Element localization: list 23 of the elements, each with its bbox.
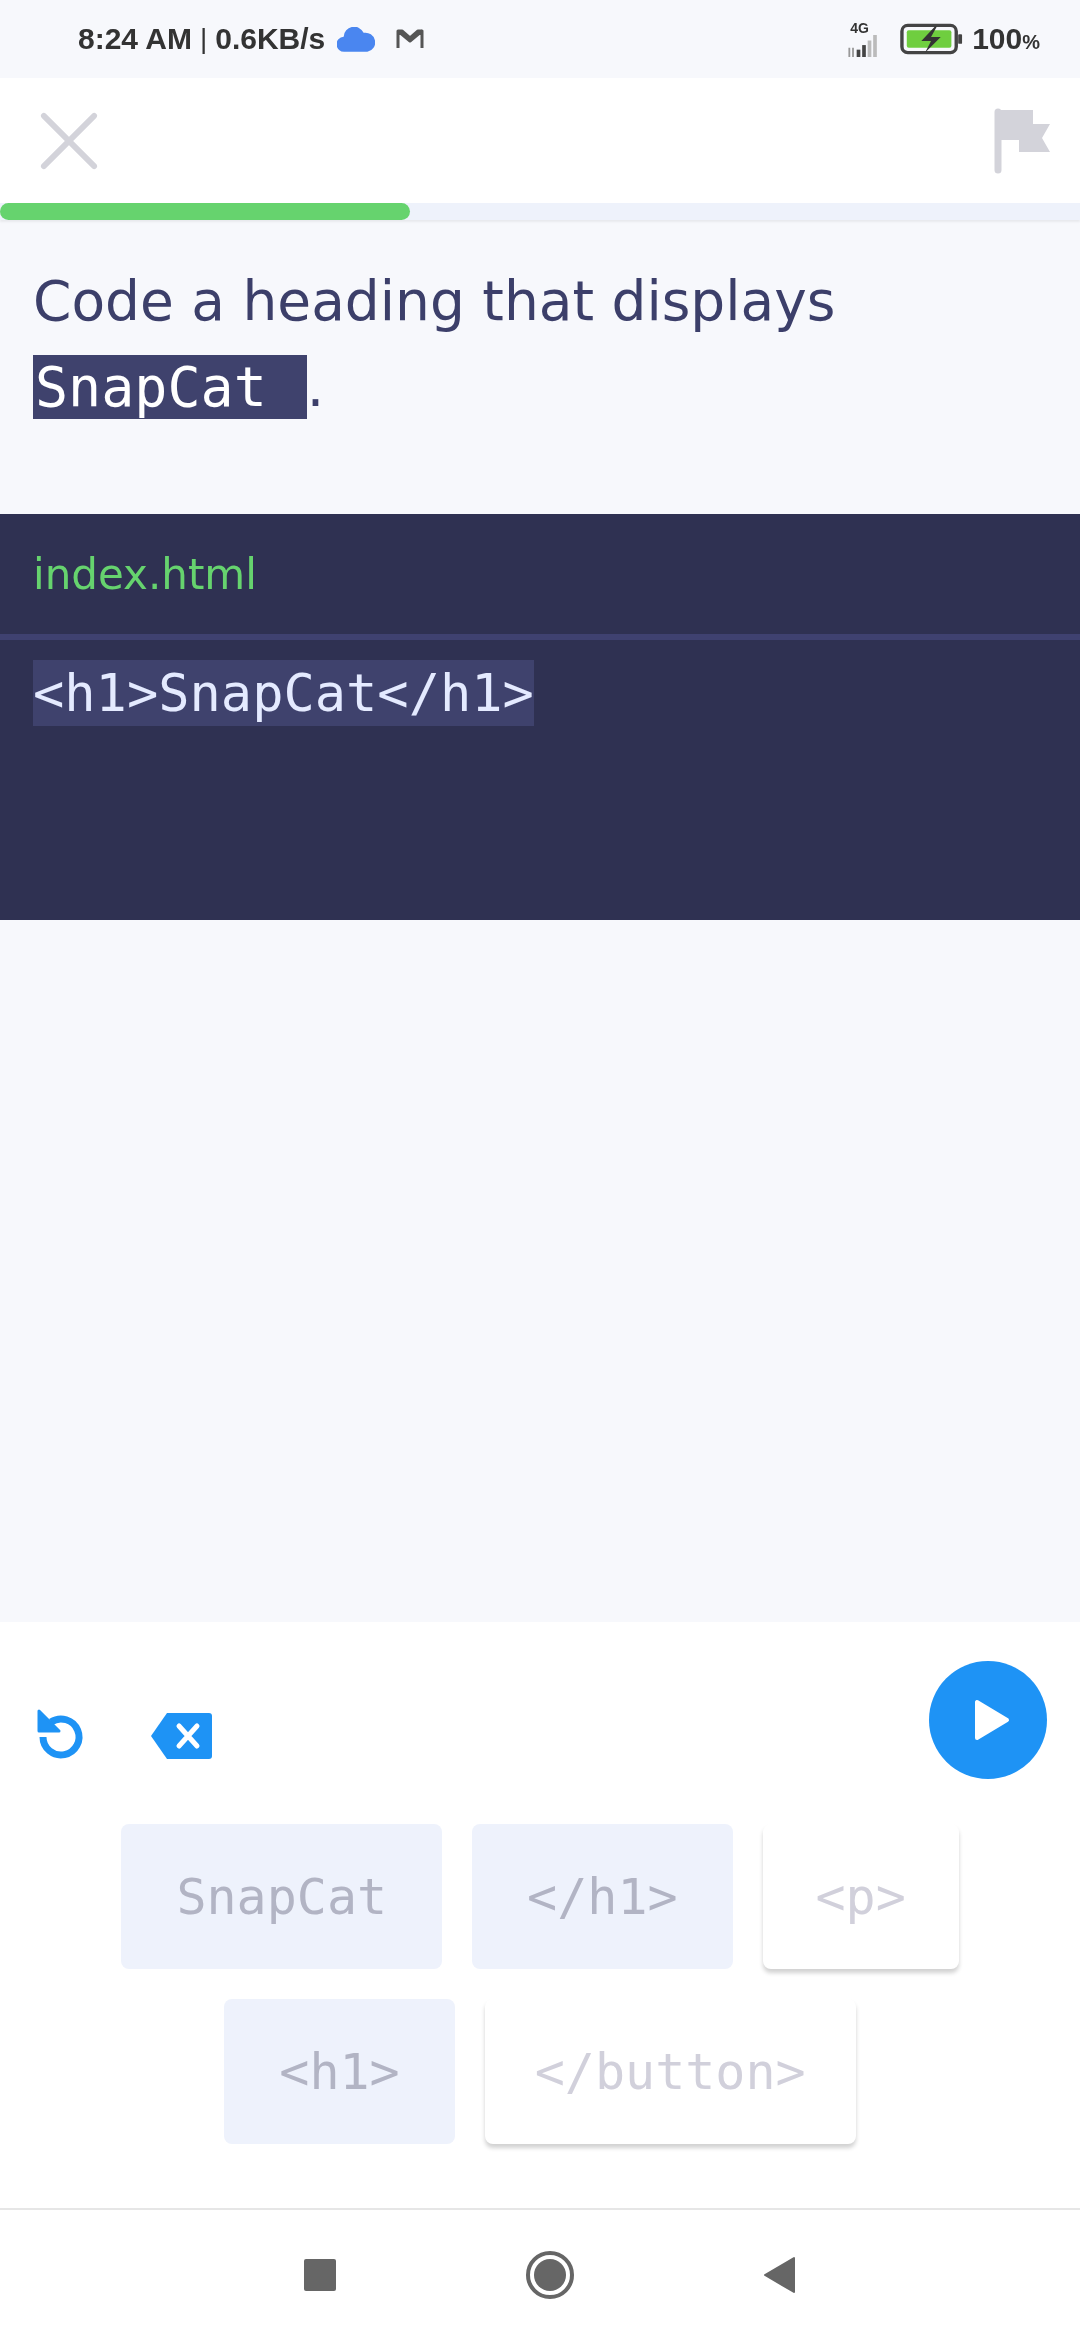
code-token[interactable]: <h1> [224,1999,455,2144]
mail-icon [395,27,426,51]
battery-percent: 100 [972,22,1023,56]
battery-icon [900,23,965,55]
delete-button[interactable] [149,1711,213,1761]
network-type: 4G [850,21,869,35]
question-text: Code a heading that displays SnapCat . [33,268,837,421]
home-icon[interactable] [525,2250,575,2300]
code-line: <h1>SnapCat</h1> [33,660,1047,726]
code-token[interactable]: </h1> [472,1824,733,1969]
recents-icon[interactable] [303,2258,337,2292]
clock-time: 8:24 AM [78,22,192,56]
code-token[interactable]: SnapCat [121,1824,443,1969]
file-name: index.html [33,549,257,599]
play-icon [974,1698,1010,1741]
backspace-icon [149,1711,213,1761]
network-speed: 0.6KB/s [215,22,326,56]
flag-icon [994,107,1052,174]
percent-sign: % [1022,31,1040,54]
cloud-icon [337,26,376,52]
close-icon [40,111,98,170]
status-separator: | [199,23,208,55]
back-icon[interactable] [763,2256,797,2294]
